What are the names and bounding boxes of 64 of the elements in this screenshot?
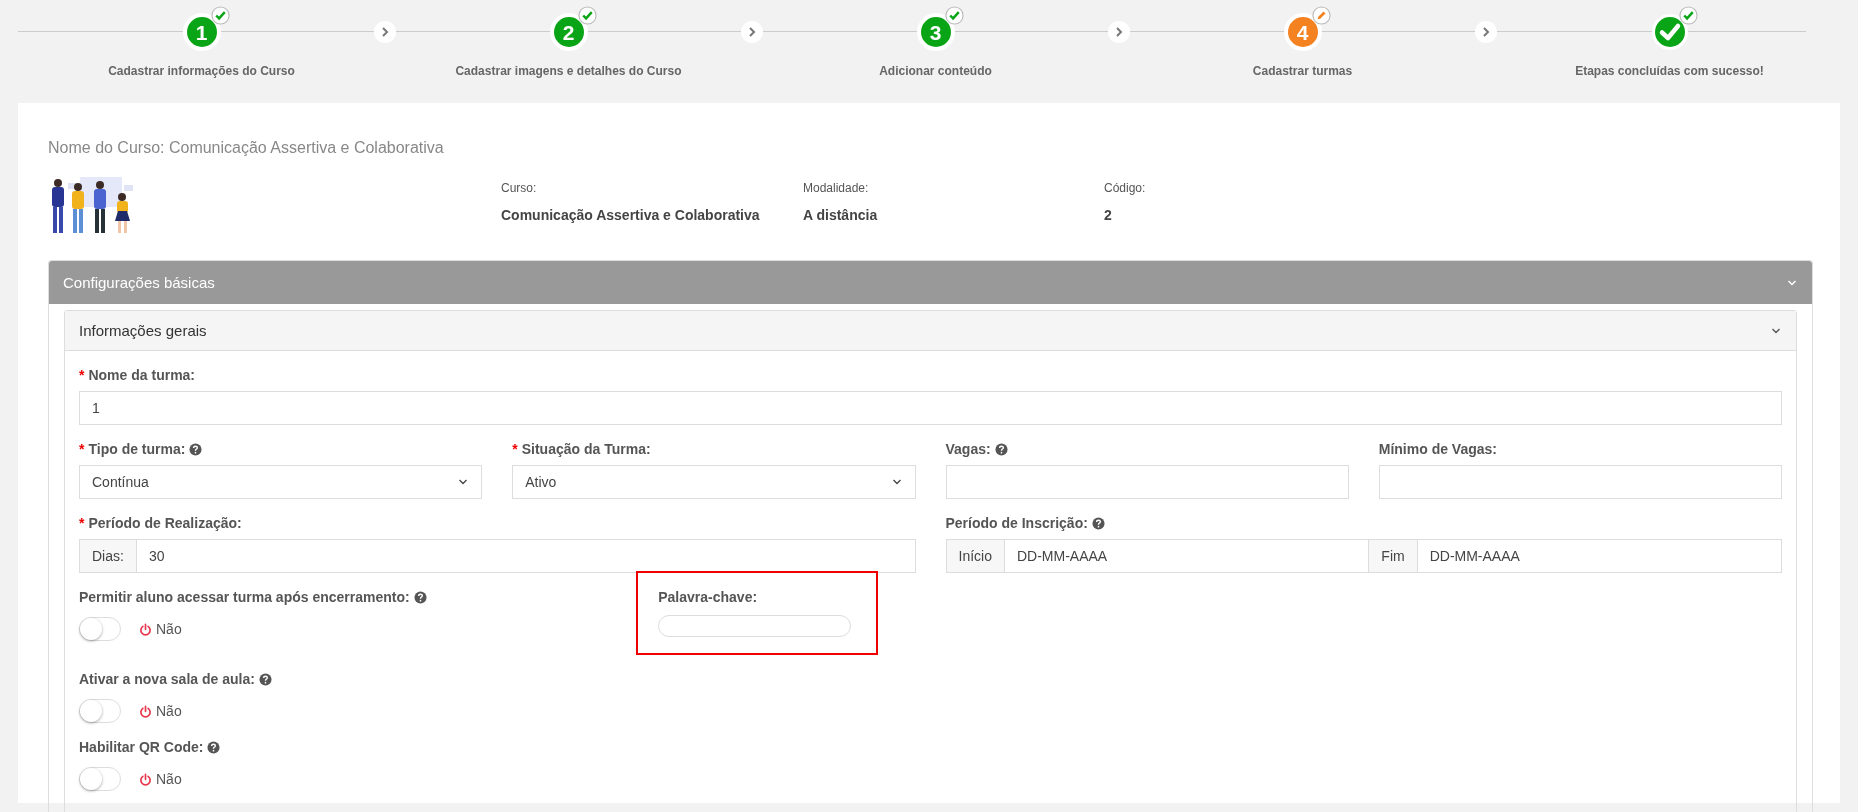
toggle-state: Não [156,703,182,719]
field-label: Mínimo de Vagas: [1378,441,1497,457]
field-label: Período de Inscrição: [945,515,1088,531]
check-icon [1678,6,1698,25]
chevron-right-icon [374,21,396,43]
course-title: Nome do Curso: Comunicação Assertiva e Colaborativa [48,139,445,157]
select-field[interactable]: Contínua [79,465,483,499]
required-mark: * [512,441,518,457]
power-icon [139,622,152,636]
field-label: Ativar a nova sala de aula: [79,671,255,687]
subpanel-header[interactable]: Informações gerais [65,311,1796,351]
info-label: Modalidade: [803,181,870,195]
field-label: Nome da turma: [88,367,196,383]
step-number: 4 [1283,13,1322,51]
step-label: Adicionar conteúdo [879,64,992,78]
power-icon [139,772,152,786]
chevron-right-icon [741,21,763,43]
step-label: Cadastrar turmas [1252,64,1353,78]
help-icon[interactable] [189,442,203,456]
subpanel-title: Informações gerais [79,322,207,339]
help-icon[interactable] [1091,516,1105,530]
field-label: Período de Realização: [88,515,242,531]
toggle-state: Não [156,621,182,637]
step-number: 1 [182,13,221,51]
check-icon [944,6,964,25]
required-mark: * [79,441,85,457]
info-value: A distância [803,207,879,223]
step-number: 2 [549,13,588,51]
check-icon [577,6,597,25]
info-label: Código: [1104,181,1146,195]
check-icon [210,6,230,25]
help-icon[interactable] [413,590,427,604]
step-number: 3 [916,13,955,51]
info-value: 2 [1104,207,1113,223]
field-label: Tipo de turma: [88,441,186,457]
chevron-right-icon [1475,21,1497,43]
info-value: Comunicação Assertiva e Colaborativa [501,207,761,223]
required-mark: * [79,515,85,531]
field-label: Situação da Turma: [521,441,651,457]
help-icon[interactable] [258,672,272,686]
toggle-switch[interactable] [79,767,121,791]
panel-title: Configurações básicas [63,274,215,291]
text-field[interactable] [1378,465,1782,499]
toggle-switch[interactable] [79,617,121,641]
required-mark: * [79,367,85,383]
help-icon[interactable] [994,442,1008,456]
text-field[interactable]: 1 [79,391,1782,425]
pencil-icon [1311,6,1331,25]
field-label: Palavra-chave: [658,589,758,605]
field-label: Vagas: [945,441,991,457]
toggle-state: Não [156,771,182,787]
info-label: Curso: [501,181,538,195]
field-label: Habilitar QR Code: [79,739,204,755]
toggle-switch[interactable] [79,699,121,723]
chevron-right-icon [1108,21,1130,43]
power-icon [139,704,152,718]
step-label: Cadastrar informações do Curso [108,64,295,78]
field-label: Permitir aluno acessar turma após encerramento: [79,589,410,605]
step-label: Cadastrar imagens e detalhes do Curso [455,64,682,78]
select-field[interactable]: Ativo [512,465,916,499]
text-field[interactable] [945,465,1349,499]
help-icon[interactable] [207,740,221,754]
step-label: Etapas concluídas com sucesso! [1575,64,1764,78]
check-circle-icon [1650,13,1689,51]
